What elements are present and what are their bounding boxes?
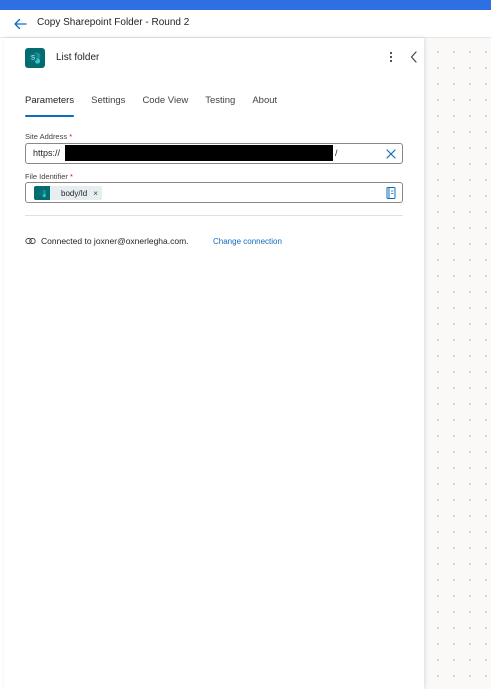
token-remove-icon[interactable]: × <box>93 189 98 198</box>
file-identifier-input[interactable]: body/Id × <box>25 182 403 203</box>
divider <box>25 215 403 216</box>
action-details-panel: S List folder Parameters Settings Code V… <box>4 38 424 689</box>
sharepoint-icon <box>34 186 50 200</box>
tab-about[interactable]: About <box>252 95 277 117</box>
tab-list: Parameters Settings Code View Testing Ab… <box>25 95 294 117</box>
required-mark: * <box>69 132 73 141</box>
collapse-panel-icon[interactable] <box>407 49 421 65</box>
file-identifier-label-text: File Identifier <box>25 172 68 181</box>
site-address-input[interactable]: https:// / <box>25 143 403 164</box>
clear-icon[interactable] <box>384 147 398 161</box>
required-mark: * <box>70 172 73 181</box>
site-address-label: Site Address * <box>25 132 72 141</box>
tab-parameters[interactable]: Parameters <box>25 95 75 117</box>
svg-text:S: S <box>31 56 35 62</box>
designer-canvas[interactable] <box>424 38 491 689</box>
title-bar: Copy Sharepoint Folder - Round 2 <box>0 10 491 38</box>
connection-status-text: Connected to joxner@oxnerlegha.com. <box>41 236 189 246</box>
back-arrow-icon[interactable] <box>12 16 28 32</box>
dynamic-content-icon[interactable] <box>385 186 397 200</box>
connection-icon <box>25 238 36 244</box>
site-address-prefix: https:// <box>33 148 61 158</box>
flow-title: Copy Sharepoint Folder - Round 2 <box>37 17 190 28</box>
token-label: body/Id <box>61 188 88 198</box>
tab-code-view[interactable]: Code View <box>142 95 188 117</box>
action-title[interactable]: List folder <box>56 52 99 63</box>
more-options-icon[interactable] <box>385 49 397 65</box>
change-connection-link[interactable]: Change connection <box>213 237 282 246</box>
file-identifier-label: File Identifier * <box>25 172 73 181</box>
tab-settings[interactable]: Settings <box>91 95 125 117</box>
redaction-bar <box>65 145 333 161</box>
site-address-suffix: / <box>335 148 338 158</box>
sharepoint-icon: S <box>25 48 45 68</box>
dynamic-content-token[interactable]: body/Id × <box>34 186 102 200</box>
top-accent-bar <box>0 0 491 10</box>
tab-testing[interactable]: Testing <box>205 95 235 117</box>
site-address-label-text: Site Address <box>25 132 68 141</box>
